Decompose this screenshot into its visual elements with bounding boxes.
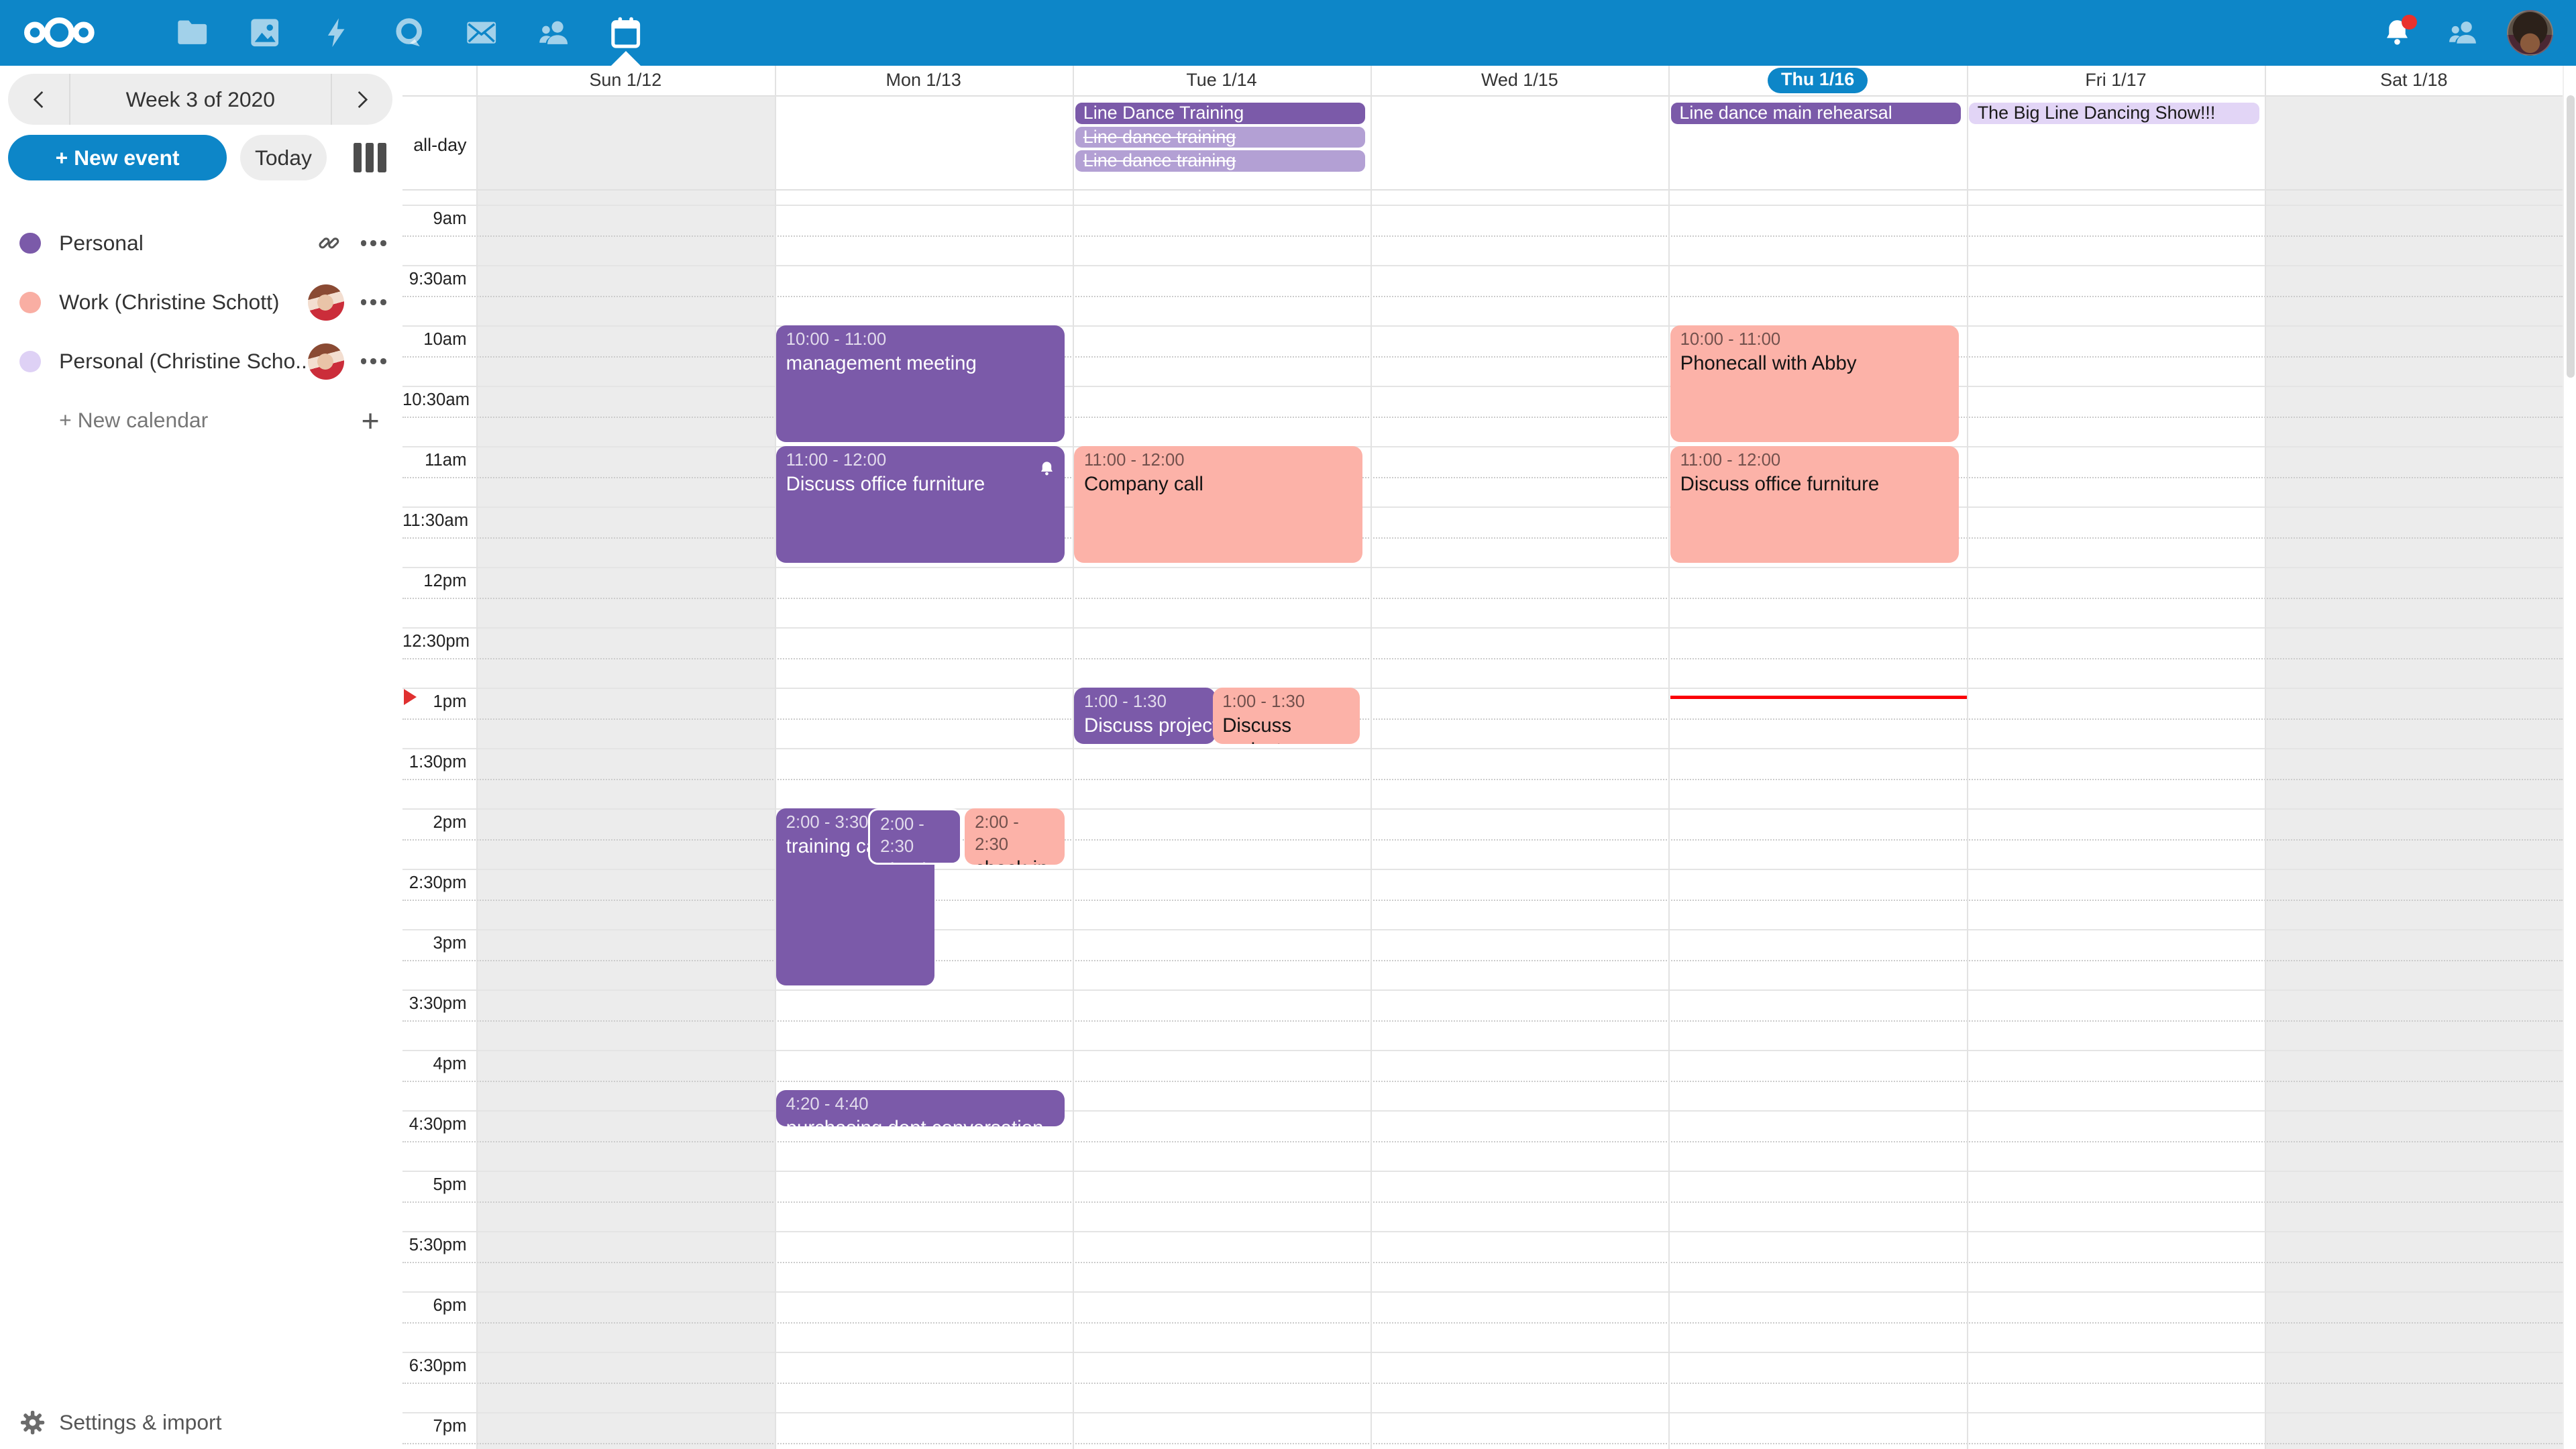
shared-by-avatar — [308, 284, 344, 321]
time-label: 5pm — [402, 1175, 476, 1195]
settings-import-button[interactable]: Settings & import — [19, 1409, 221, 1436]
time-label: 6pm — [402, 1296, 476, 1316]
sidebar-actions: + New event Today — [8, 135, 392, 181]
app-nav — [156, 0, 662, 66]
view-toggle-icon[interactable] — [354, 143, 386, 172]
more-actions-icon[interactable] — [361, 240, 386, 246]
event-company-call[interactable]: 11:00 - 12:00Company call — [1074, 446, 1362, 563]
time-label: 4:30pm — [402, 1115, 476, 1134]
more-actions-icon[interactable] — [361, 358, 386, 364]
time-label: 5:30pm — [402, 1236, 476, 1255]
gear-icon — [19, 1409, 46, 1436]
time-label: 2pm — [402, 813, 476, 833]
current-time-marker — [404, 689, 417, 705]
today-button[interactable]: Today — [240, 135, 327, 181]
time-label: 9:30am — [402, 270, 476, 289]
current-time-line — [1670, 696, 1967, 699]
time-label: 4pm — [402, 1055, 476, 1074]
event-purchasing-dept-conversation[interactable]: 4:20 - 4:40purchasing dept conversation — [776, 1090, 1065, 1126]
calendar-week-view: Sun 1/12Mon 1/13Tue 1/14Wed 1/15Thu 1/16… — [402, 66, 2576, 1449]
event-management-meeting[interactable]: 10:00 - 11:00management meeting — [776, 325, 1065, 442]
time-label: 7pm — [402, 1417, 476, 1436]
day-column[interactable] — [476, 66, 774, 1449]
user-avatar[interactable] — [2507, 10, 2553, 56]
time-label: 9am — [402, 209, 476, 229]
event-discuss-project-ann[interactable]: 1:00 - 1:30Discuss project ann — [1074, 688, 1216, 744]
all-day-event[interactable]: Line Dance Training — [1075, 103, 1365, 124]
nextcloud-logo[interactable] — [21, 16, 103, 49]
calendar-icon[interactable] — [590, 0, 662, 66]
next-week-button[interactable] — [332, 74, 393, 125]
notifications-bell-icon[interactable] — [2375, 11, 2418, 54]
time-label: 11:30am — [402, 511, 476, 531]
time-label: 10:30am — [402, 390, 476, 410]
day-column[interactable] — [2265, 66, 2563, 1449]
photos-icon[interactable] — [228, 0, 301, 66]
calendar-item-personal[interactable]: Personal — [0, 213, 402, 272]
talk-icon[interactable] — [373, 0, 445, 66]
day-column[interactable] — [1073, 66, 1371, 1449]
all-day-event[interactable]: Line dance main rehearsal — [1671, 103, 1961, 124]
files-icon[interactable] — [156, 0, 229, 66]
time-label: 10am — [402, 330, 476, 350]
time-label: 6:30pm — [402, 1356, 476, 1376]
nextcloud-calendar-app: Week 3 of 2020 + New event Today Persona… — [0, 0, 2576, 1449]
time-label: 2:30pm — [402, 873, 476, 893]
calendar-list: Personal Work (Christine Schott) Persona… — [0, 213, 402, 450]
shared-by-avatar — [308, 343, 344, 380]
topbar-right — [2375, 10, 2553, 56]
mail-icon[interactable] — [445, 0, 518, 66]
all-day-event[interactable]: The Big Line Dancing Show!!! — [1969, 103, 2259, 124]
event-phonecall-with-abby[interactable]: 10:00 - 11:00Phonecall with Abby — [1670, 325, 1959, 442]
new-calendar-button[interactable]: + New calendar + — [0, 391, 402, 450]
active-app-indicator — [611, 51, 641, 66]
topbar — [0, 0, 2576, 66]
scrollbar-thumb[interactable] — [2567, 95, 2575, 378]
day-column[interactable] — [1967, 66, 2265, 1449]
calendar-item-personal-christine[interactable]: Personal (Christine Scho... — [0, 332, 402, 391]
time-label: 12pm — [402, 572, 476, 591]
time-label: 11am — [402, 451, 476, 470]
calendar-color-dot — [19, 233, 41, 254]
sidebar: Week 3 of 2020 + New event Today Persona… — [0, 66, 402, 1449]
week-label[interactable]: Week 3 of 2020 — [69, 74, 332, 125]
all-day-label: all-day — [402, 135, 476, 156]
reminder-bell-icon — [1038, 453, 1056, 471]
time-label: 3:30pm — [402, 994, 476, 1014]
share-link-icon[interactable] — [317, 231, 341, 256]
plus-icon: + — [362, 402, 380, 439]
activity-icon[interactable] — [301, 0, 373, 66]
calendar-color-dot — [19, 292, 41, 313]
all-day-event[interactable]: Line dance training — [1075, 127, 1365, 148]
vertical-scrollbar[interactable] — [2563, 66, 2576, 1449]
event-discuss-office-furniture[interactable]: 11:00 - 12:00Discuss office furniture — [1670, 446, 1959, 563]
event-discuss-office-furniture[interactable]: 11:00 - 12:00Discuss office furniture — [776, 446, 1065, 563]
more-actions-icon[interactable] — [361, 299, 386, 305]
calendar-item-work-christine[interactable]: Work (Christine Schott) — [0, 273, 402, 332]
day-column[interactable] — [1371, 66, 1668, 1449]
time-label: 1:30pm — [402, 753, 476, 772]
contacts-menu-icon[interactable] — [2441, 11, 2484, 54]
week-navigation: Week 3 of 2020 — [8, 74, 392, 125]
calendar-color-dot — [19, 351, 41, 372]
notification-dot — [2402, 15, 2416, 30]
day-column[interactable] — [1668, 66, 1966, 1449]
new-event-button[interactable]: + New event — [8, 135, 227, 181]
event-discuss-project-announcement[interactable]: 1:00 - 1:30Discuss project announcement — [1213, 688, 1360, 744]
day-column[interactable] — [775, 66, 1073, 1449]
contacts-icon[interactable] — [517, 0, 590, 66]
all-day-event[interactable]: Line dance training — [1075, 150, 1365, 172]
time-label: 12:30pm — [402, 632, 476, 651]
previous-week-button[interactable] — [8, 74, 69, 125]
time-label: 3pm — [402, 934, 476, 953]
event-check-in[interactable]: 2:00 - 2:30check-in — [868, 808, 962, 865]
event-check-in[interactable]: 2:00 - 2:30check-in — [965, 808, 1064, 865]
